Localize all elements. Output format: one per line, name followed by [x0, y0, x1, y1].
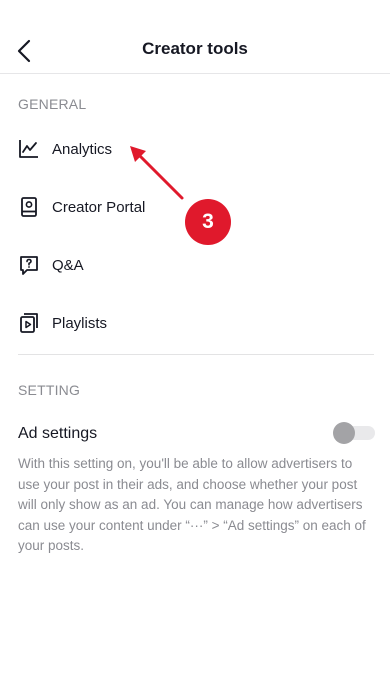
- section-label-setting: SETTING: [18, 382, 81, 398]
- analytics-chart-icon: [19, 140, 38, 158]
- toggle-knob: [333, 422, 355, 444]
- section-label-general: GENERAL: [18, 96, 87, 112]
- ad-settings-description: With this setting on, you'll be able to …: [18, 456, 366, 553]
- section-divider: [18, 354, 374, 355]
- menu-item-analytics[interactable]: Analytics: [0, 125, 390, 173]
- playlist-icon: [20, 313, 38, 333]
- qa-icon: [20, 256, 38, 275]
- menu-item-label: Q&A: [52, 256, 84, 274]
- annotation-step-badge: 3: [185, 199, 231, 245]
- ad-settings-toggle[interactable]: [333, 422, 375, 444]
- menu-item-label: Playlists: [52, 314, 108, 332]
- header-bar: Creator tools: [0, 0, 390, 74]
- creator-portal-icon: [21, 197, 37, 217]
- annotation-arrow-icon: [130, 146, 184, 200]
- page-title: Creator tools: [142, 39, 248, 58]
- menu-item-label: Analytics: [52, 140, 113, 158]
- ad-settings-label: Ad settings: [18, 425, 98, 442]
- menu-item-playlists[interactable]: Playlists: [0, 299, 390, 347]
- menu-item-qa[interactable]: Q&A: [0, 241, 390, 289]
